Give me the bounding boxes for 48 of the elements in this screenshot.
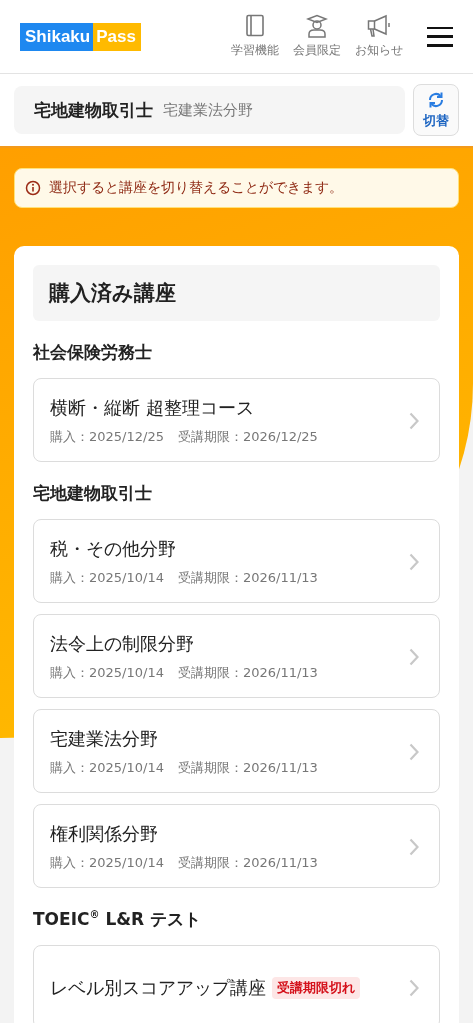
course-title: 宅建業法分野 xyxy=(50,727,158,751)
info-icon xyxy=(25,180,41,196)
expired-tag: 受講期限切れ xyxy=(272,977,360,999)
course-title: レベル別スコアアップ講座 xyxy=(50,976,266,1000)
qualification-name: 宅地建物取引士 xyxy=(34,98,153,122)
chevron-right-icon xyxy=(409,648,419,666)
chevron-right-icon xyxy=(409,979,419,997)
course-title: 法令上の制限分野 xyxy=(50,632,194,656)
qualification-heading: 社会保険労務士 xyxy=(33,341,153,364)
course-item[interactable]: 税・その他分野 購入：2025/10/14 受講期限：2026/11/13 xyxy=(33,519,440,603)
deadline-date: 受講期限：2026/11/13 xyxy=(177,569,318,587)
course-item[interactable]: レベル別スコアアップ講座 受講期限切れ xyxy=(33,945,440,1023)
info-text: 選択すると講座を切り替えることができます。 xyxy=(49,179,343,197)
graduate-icon xyxy=(306,14,328,38)
course-item[interactable]: 横断・縦断 超整理コース 購入：2025/12/25 受講期限：2026/12/25 xyxy=(33,378,440,462)
nav-button[interactable]: お知らせ xyxy=(355,14,403,59)
course-item[interactable]: 権利関係分野 購入：2025/10/14 受講期限：2026/11/13 xyxy=(33,804,440,888)
qualification-heading: 宅地建物取引士 xyxy=(33,482,153,505)
course-title: 権利関係分野 xyxy=(50,822,158,846)
switch-button[interactable]: 切替 xyxy=(413,84,459,136)
course-name: 宅建業法分野 xyxy=(163,100,253,120)
logo-text: Shikaku xyxy=(20,22,94,51)
purchase-date: 購入：2025/10/14 xyxy=(50,569,164,587)
purchase-date: 購入：2025/10/14 xyxy=(50,759,164,777)
course-item[interactable]: 宅建業法分野 購入：2025/10/14 受講期限：2026/11/13 xyxy=(33,709,440,793)
chevron-right-icon xyxy=(409,838,419,856)
deadline-date: 受講期限：2026/11/13 xyxy=(177,759,318,777)
megaphone-icon xyxy=(367,14,391,38)
refresh-icon xyxy=(426,90,446,110)
deadline-date: 受講期限：2026/11/13 xyxy=(177,664,318,682)
nav-button[interactable]: 学習機能 xyxy=(231,14,279,59)
course-item[interactable]: 法令上の制限分野 購入：2025/10/14 受講期限：2026/11/13 xyxy=(33,614,440,698)
deadline-date: 受講期限：2026/11/13 xyxy=(177,854,318,872)
chevron-right-icon xyxy=(409,553,419,571)
menu-icon[interactable] xyxy=(427,26,453,47)
section-title: 購入済み講座 xyxy=(33,265,440,321)
nav-button[interactable]: 会員限定 xyxy=(293,14,341,59)
course-title: 横断・縦断 超整理コース xyxy=(50,396,254,420)
chevron-right-icon xyxy=(409,412,419,430)
chevron-right-icon xyxy=(409,743,419,761)
purchase-date: 購入：2025/10/14 xyxy=(50,854,164,872)
logo-text: Pass xyxy=(93,22,141,51)
course-title: 税・その他分野 xyxy=(50,537,176,561)
deadline-date: 受講期限：2026/12/25 xyxy=(177,428,318,446)
qualification-heading: TOEIC$^{®}$ L&R テスト xyxy=(33,908,203,931)
purchase-date: 購入：2025/10/14 xyxy=(50,664,164,682)
purchase-date: 購入：2025/12/25 xyxy=(50,428,164,446)
book-icon xyxy=(245,14,265,38)
